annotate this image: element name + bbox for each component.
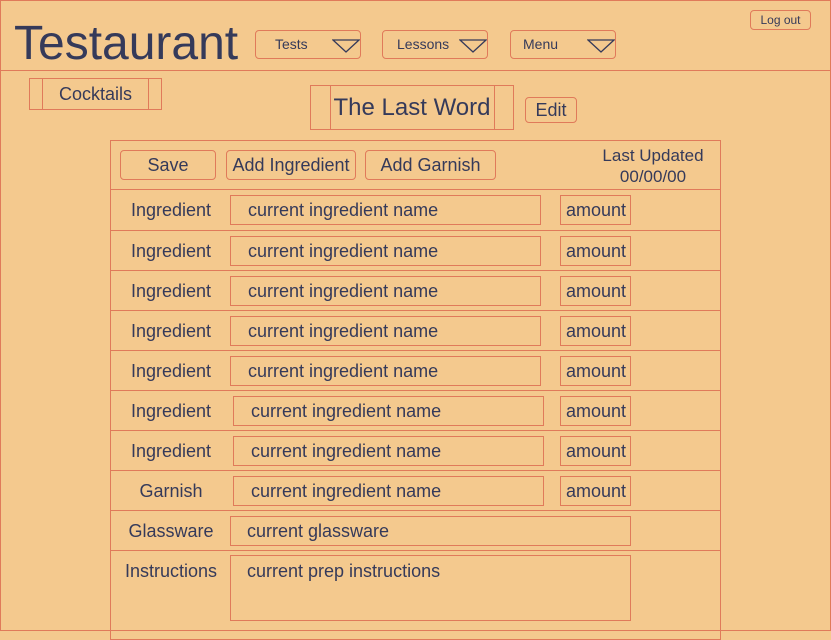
chevron-down-icon: [587, 39, 615, 53]
last-updated-label: Last Updated: [602, 146, 704, 165]
amount-field[interactable]: amount: [560, 396, 631, 426]
row-label: Ingredient: [130, 241, 212, 261]
tests-dropdown[interactable]: Tests: [255, 30, 361, 59]
amount-field[interactable]: amount: [560, 436, 631, 466]
ingredient-name-field[interactable]: current ingredient name: [233, 436, 544, 466]
add-garnish-button[interactable]: Add Garnish: [365, 150, 496, 180]
row-divider: [110, 390, 721, 391]
lessons-dropdown[interactable]: Lessons: [382, 30, 488, 59]
ingredient-name-field[interactable]: current ingredient name: [230, 236, 541, 266]
row-label: Ingredient: [130, 401, 212, 421]
row-label: Ingredient: [130, 321, 212, 341]
menu-dropdown-label: Menu: [523, 36, 559, 52]
instructions-field[interactable]: current prep instructions: [230, 555, 631, 621]
edit-button[interactable]: Edit: [525, 97, 577, 123]
row-label: Ingredient: [130, 200, 212, 220]
row-divider: [110, 550, 721, 551]
breadcrumb-divider: [148, 78, 149, 110]
amount-field[interactable]: amount: [560, 276, 631, 306]
glassware-field[interactable]: current glassware: [230, 516, 631, 546]
row-label: Ingredient: [130, 361, 212, 381]
row-divider: [110, 189, 721, 190]
amount-field[interactable]: amount: [560, 356, 631, 386]
breadcrumb-label: Cocktails: [58, 84, 133, 104]
recipe-title: The Last Word: [310, 85, 514, 130]
menu-dropdown[interactable]: Menu: [510, 30, 616, 59]
breadcrumb-cocktails[interactable]: Cocktails: [29, 78, 162, 110]
row-label: Ingredient: [130, 281, 212, 301]
amount-field[interactable]: amount: [560, 236, 631, 266]
save-button[interactable]: Save: [120, 150, 216, 180]
lessons-dropdown-label: Lessons: [397, 36, 450, 52]
row-divider: [110, 310, 721, 311]
row-divider: [110, 510, 721, 511]
ingredient-name-field[interactable]: current ingredient name: [230, 276, 541, 306]
last-updated-value: 00/00/00: [619, 167, 687, 186]
row-label: Ingredient: [130, 441, 212, 461]
tests-dropdown-label: Tests: [275, 36, 308, 52]
glassware-label: Glassware: [128, 521, 214, 541]
ingredient-name-field[interactable]: current ingredient name: [233, 396, 544, 426]
amount-field[interactable]: amount: [560, 316, 631, 346]
app-logo: Testaurant: [14, 17, 239, 70]
row-divider: [110, 350, 721, 351]
chevron-down-icon: [459, 39, 487, 53]
ingredient-name-field[interactable]: current ingredient name: [230, 356, 541, 386]
chevron-down-icon: [332, 39, 360, 53]
row-label: Garnish: [139, 481, 203, 501]
amount-field[interactable]: amount: [560, 476, 631, 506]
logout-button[interactable]: Log out: [750, 10, 811, 30]
title-divider: [494, 85, 495, 130]
breadcrumb-divider: [42, 78, 43, 110]
ingredient-name-field[interactable]: current ingredient name: [230, 195, 541, 225]
row-divider: [110, 430, 721, 431]
row-divider: [110, 270, 721, 271]
add-ingredient-button[interactable]: Add Ingredient: [226, 150, 356, 180]
row-divider: [110, 230, 721, 231]
last-updated: Last Updated 00/00/00: [590, 145, 716, 187]
amount-field[interactable]: amount: [560, 195, 631, 225]
title-divider: [330, 85, 331, 130]
instructions-label: Instructions: [124, 561, 218, 581]
garnish-name-field[interactable]: current ingredient name: [233, 476, 544, 506]
row-divider: [110, 470, 721, 471]
ingredient-name-field[interactable]: current ingredient name: [230, 316, 541, 346]
recipe-title-text: The Last Word: [333, 94, 491, 121]
